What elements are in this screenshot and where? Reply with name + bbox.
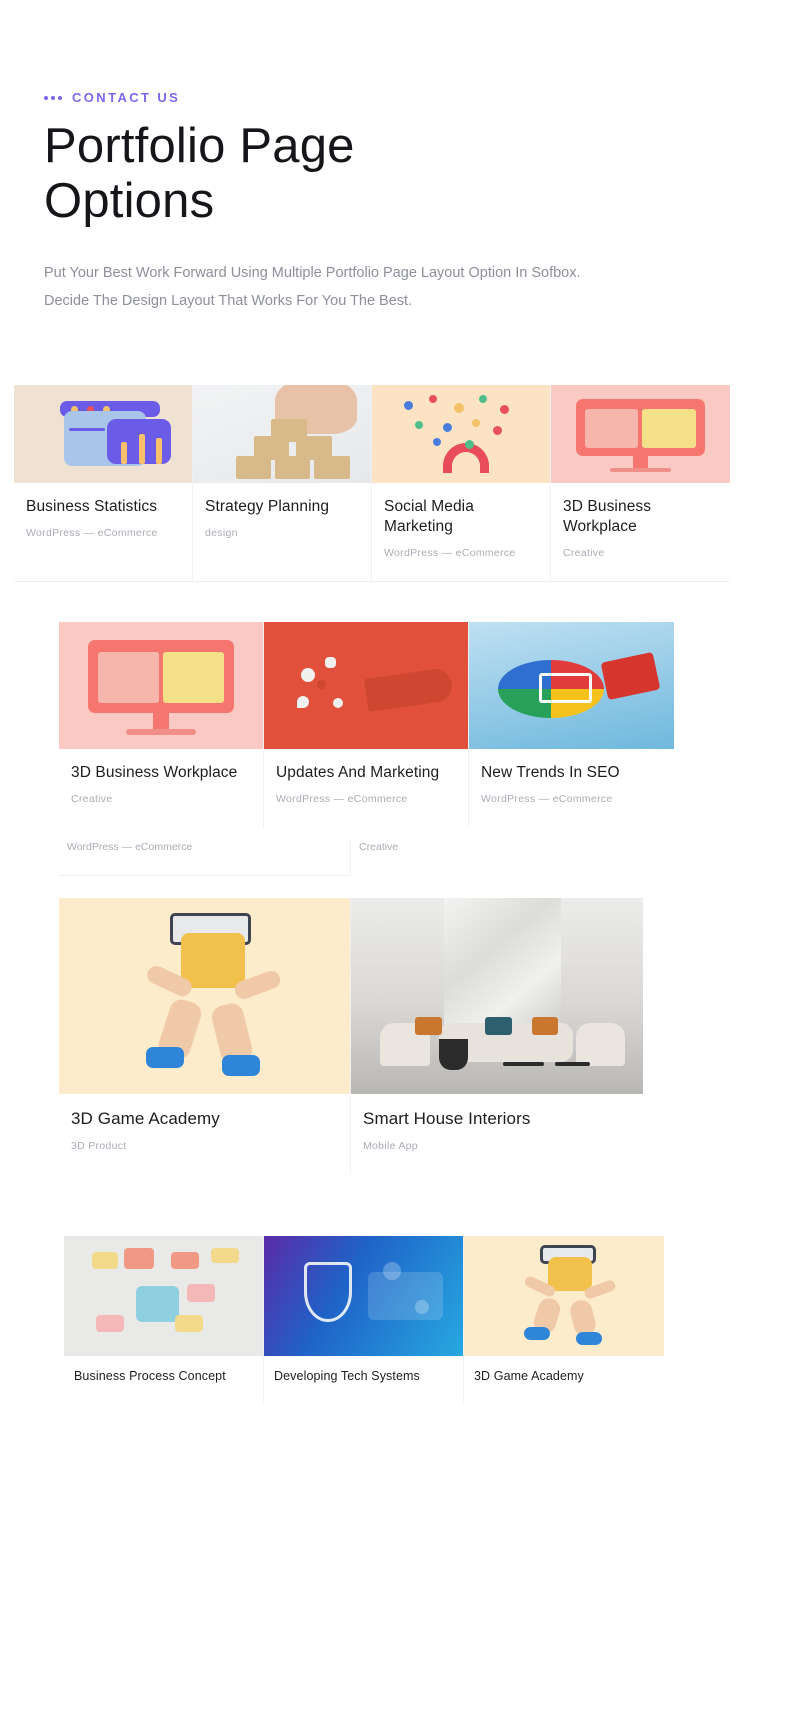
card-thumbnail[interactable] [264,1235,463,1356]
card-title[interactable]: Strategy Planning [205,497,359,517]
card-title[interactable]: Smart House Interiors [363,1108,631,1130]
portfolio-orphan-labels: WordPress — eCommerce Creative [0,840,800,876]
card-meta: 3D Game Academy [464,1356,664,1402]
card-category[interactable]: design [205,527,359,539]
card-meta: Updates And Marketing WordPress — eComme… [264,749,468,827]
card-thumbnail[interactable] [351,897,643,1094]
card-meta: Business Statistics WordPress — eCommerc… [14,483,192,561]
card-thumbnail[interactable] [469,621,674,749]
portfolio-card[interactable]: 3D Business Workplace Creative [551,385,730,582]
developing-tech-systems-icon [264,1235,463,1356]
card-category[interactable]: Creative [71,793,251,805]
card-meta: Strategy Planning design [193,483,371,561]
portfolio-row-1: Business Statistics WordPress — eCommerc… [0,385,800,582]
card-category[interactable]: Creative [563,547,718,559]
card-meta: Smart House Interiors Mobile App [351,1094,643,1174]
social-media-marketing-icon [372,385,550,484]
card-title[interactable]: 3D Game Academy [474,1368,654,1384]
card-thumbnail[interactable] [264,621,468,749]
portfolio-card[interactable]: New Trends In SEO WordPress — eCommerce [469,621,674,827]
orphan-label-cell[interactable]: WordPress — eCommerce [59,840,351,876]
eyebrow-label: CONTACT US [44,90,800,105]
new-trends-in-seo-icon [469,621,674,749]
3d-game-academy-icon [464,1235,664,1356]
portfolio-card[interactable]: Business Process Concept [64,1235,264,1402]
card-category[interactable]: WordPress — eCommerce [26,527,180,539]
portfolio-grid: Business Statistics WordPress — eCommerc… [0,385,800,1402]
card-meta: 3D Game Academy 3D Product [59,1094,350,1174]
3d-game-academy-icon [59,897,350,1094]
card-thumbnail[interactable] [464,1235,664,1356]
page-header: CONTACT US Portfolio Page Options Put Yo… [0,0,800,315]
card-thumbnail[interactable] [64,1235,263,1356]
portfolio-row-3: 3D Game Academy 3D Product Smart House I… [0,897,800,1174]
card-thumbnail[interactable] [372,385,550,484]
strategy-planning-icon [193,385,371,484]
portfolio-card[interactable]: Smart House Interiors Mobile App [351,897,643,1174]
smart-house-interiors-icon [351,897,643,1094]
card-title[interactable]: 3D Game Academy [71,1108,338,1130]
card-title[interactable]: Developing Tech Systems [274,1368,453,1384]
portfolio-row-2: 3D Business Workplace Creative Updates A… [0,621,800,827]
card-meta: 3D Business Workplace Creative [551,483,730,581]
portfolio-card[interactable]: 3D Game Academy [464,1235,664,1402]
card-thumbnail[interactable] [14,385,192,484]
portfolio-card[interactable]: Strategy Planning design [193,385,372,582]
card-category[interactable]: 3D Product [71,1140,338,1152]
portfolio-card[interactable]: Developing Tech Systems [264,1235,464,1402]
three-dots-icon [44,95,62,100]
eyebrow-text: CONTACT US [72,90,181,105]
portfolio-card[interactable]: Business Statistics WordPress — eCommerc… [14,385,193,582]
card-title[interactable]: Social Media Marketing [384,497,538,537]
card-thumbnail[interactable] [193,385,371,484]
card-title[interactable]: Business Process Concept [74,1368,253,1384]
3d-business-workplace-icon [551,385,730,484]
card-title[interactable]: Updates And Marketing [276,763,456,783]
card-title[interactable]: 3D Business Workplace [71,763,251,783]
business-process-concept-icon [64,1235,263,1356]
card-title[interactable]: New Trends In SEO [481,763,662,783]
portfolio-row-4: Business Process Concept Developing Tech… [0,1235,800,1402]
page-subtitle: Put Your Best Work Forward Using Multipl… [44,264,581,310]
portfolio-card[interactable]: 3D Game Academy 3D Product [59,897,351,1174]
portfolio-card[interactable]: Updates And Marketing WordPress — eComme… [264,621,469,827]
card-category[interactable]: WordPress — eCommerce [67,841,342,853]
card-category[interactable]: Mobile App [363,1140,631,1152]
card-category[interactable]: WordPress — eCommerce [276,793,456,805]
portfolio-card[interactable]: Social Media Marketing WordPress — eComm… [372,385,551,582]
card-meta: Business Process Concept [64,1356,263,1402]
card-title[interactable]: 3D Business Workplace [563,497,718,537]
card-meta: Social Media Marketing WordPress — eComm… [372,483,550,581]
card-thumbnail[interactable] [551,385,730,484]
card-meta: 3D Business Workplace Creative [59,749,263,827]
card-thumbnail[interactable] [59,621,263,749]
card-meta: Developing Tech Systems [264,1356,463,1402]
card-title[interactable]: Business Statistics [26,497,180,517]
portfolio-card[interactable]: 3D Business Workplace Creative [59,621,264,827]
page-title: Portfolio Page Options [44,119,355,228]
card-category[interactable]: WordPress — eCommerce [481,793,662,805]
orphan-label-cell[interactable]: Creative [351,841,643,876]
business-statistics-icon [14,385,192,484]
updates-and-marketing-icon [264,621,468,749]
card-category[interactable]: WordPress — eCommerce [384,547,538,559]
card-thumbnail[interactable] [59,897,350,1094]
card-meta: New Trends In SEO WordPress — eCommerce [469,749,674,827]
card-category[interactable]: Creative [359,841,635,853]
3d-business-workplace-icon [59,621,263,749]
